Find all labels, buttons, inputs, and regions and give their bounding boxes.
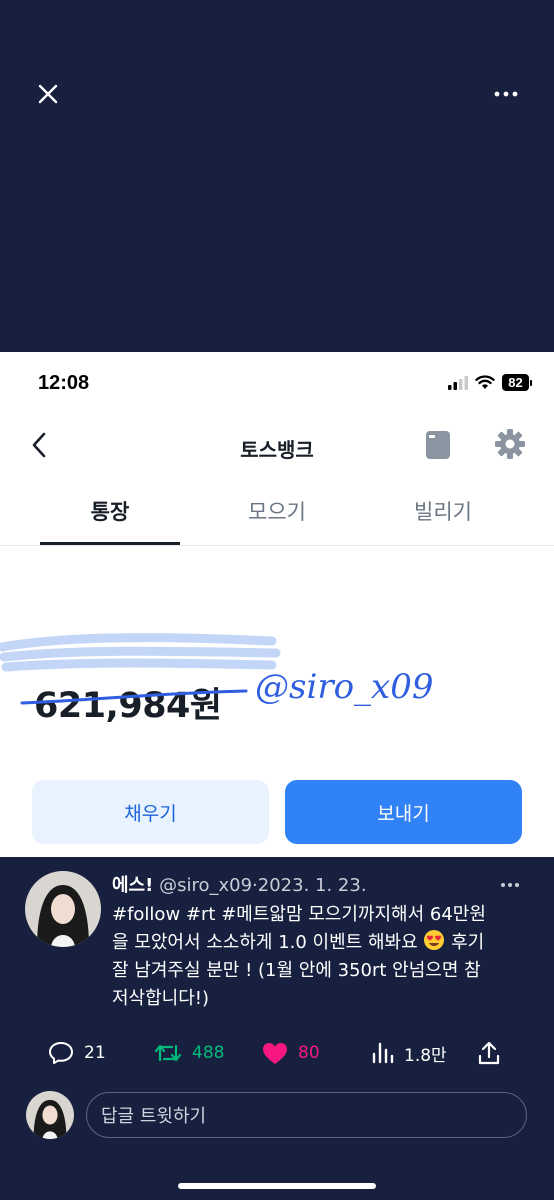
tweet-text-line: 잘 남겨주실 분만 ! (1월 안에 350rt 안넘으면 참 bbox=[112, 960, 481, 981]
retweet-button[interactable]: 488 bbox=[154, 1037, 224, 1069]
like-button[interactable]: 80 bbox=[262, 1037, 320, 1069]
status-time: 12:08 bbox=[38, 372, 90, 394]
hashtag[interactable]: #follow bbox=[112, 904, 180, 925]
reply-icon bbox=[49, 1042, 73, 1064]
tweet-date[interactable]: 2023. 1. 23. bbox=[258, 875, 367, 896]
tweet-text-line: 저삭합니다!) bbox=[112, 988, 210, 1009]
tweet-text: #follow #rt #메트앏맘 모으기까지해서 64만원 을 모았어서 소소… bbox=[112, 901, 532, 1013]
media-viewer-top-bar bbox=[0, 0, 554, 352]
more-horizontal-icon[interactable] bbox=[500, 873, 530, 893]
fill-button[interactable]: 채우기 bbox=[32, 780, 269, 844]
avatar[interactable] bbox=[25, 871, 101, 947]
author-name[interactable]: 에스! bbox=[112, 875, 153, 896]
tab-savings[interactable]: 모으기 bbox=[207, 490, 347, 546]
retweet-icon bbox=[154, 1044, 182, 1062]
author-handle[interactable]: @siro_x09 bbox=[159, 875, 252, 896]
hashtag[interactable]: #메트앏맘 bbox=[221, 904, 302, 925]
cellular-signal-icon bbox=[448, 375, 468, 390]
avatar bbox=[26, 1091, 74, 1139]
more-horizontal-icon[interactable] bbox=[486, 76, 526, 112]
handwritten-handle: @siro_x09 bbox=[255, 667, 434, 707]
analytics-icon bbox=[372, 1042, 394, 1064]
reply-button[interactable]: 21 bbox=[48, 1037, 106, 1069]
active-tab-indicator bbox=[40, 542, 180, 545]
page-title: 토스뱅크 bbox=[240, 438, 314, 462]
view-count: 1.8만 bbox=[404, 1045, 447, 1066]
tweet-actions: 21 488 80 1.8만 bbox=[0, 1037, 554, 1069]
battery-level: 82 bbox=[502, 374, 529, 391]
close-icon[interactable] bbox=[30, 76, 66, 112]
share-button[interactable] bbox=[478, 1037, 500, 1069]
tweet-text-line: 후기 bbox=[451, 932, 485, 953]
strikethrough-mark bbox=[20, 689, 248, 705]
heart-eyes-emoji-icon bbox=[424, 930, 445, 950]
status-icons: 82 bbox=[448, 374, 532, 391]
like-count: 80 bbox=[298, 1043, 320, 1063]
tweet-header: 에스! @siro_x09·2023. 1. 23. bbox=[112, 871, 367, 897]
balance-section: 621,984원 @siro_x09 bbox=[0, 627, 554, 747]
gear-icon[interactable] bbox=[494, 428, 526, 464]
tweet-text-line: 을 모았어서 소소하게 1.0 이벤트 해봐요 bbox=[112, 932, 418, 953]
tab-loans[interactable]: 빌리기 bbox=[373, 490, 513, 546]
embedded-screenshot[interactable]: 12:08 82 토스뱅크 통장 모으기 빌리기 621,984원 @siro_… bbox=[0, 352, 554, 857]
share-icon bbox=[478, 1041, 500, 1065]
wifi-icon bbox=[475, 375, 495, 389]
tweet-text-line: 모으기까지해서 64만원 bbox=[308, 904, 486, 925]
reply-count: 21 bbox=[84, 1043, 106, 1063]
hashtag[interactable]: #rt bbox=[186, 904, 216, 925]
tab-bar: 통장 모으기 빌리기 bbox=[0, 490, 554, 546]
retweet-count: 488 bbox=[192, 1043, 225, 1063]
home-indicator bbox=[178, 1183, 376, 1189]
card-icon[interactable] bbox=[425, 430, 451, 464]
reply-input[interactable]: 답글 트윗하기 bbox=[86, 1092, 527, 1138]
battery-icon: 82 bbox=[502, 374, 532, 391]
send-button[interactable]: 보내기 bbox=[285, 780, 522, 844]
views-button[interactable]: 1.8만 bbox=[372, 1037, 447, 1069]
tab-account[interactable]: 통장 bbox=[40, 490, 180, 546]
heart-icon bbox=[263, 1042, 287, 1064]
